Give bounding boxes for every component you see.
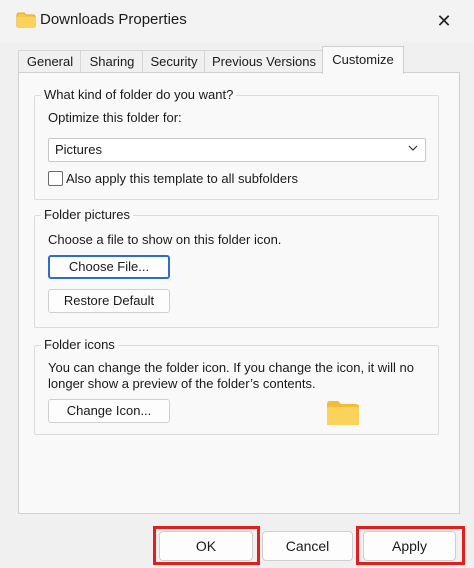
change-icon-button[interactable]: Change Icon... <box>48 399 170 423</box>
restore-default-button[interactable]: Restore Default <box>48 289 170 313</box>
tab-general[interactable]: General <box>18 50 82 73</box>
ok-button[interactable]: OK <box>159 531 253 561</box>
tab-customize[interactable]: Customize <box>322 46 404 74</box>
tab-previous-versions[interactable]: Previous Versions <box>204 50 324 73</box>
window-title: Downloads Properties <box>40 11 187 28</box>
group-legend: Folder icons <box>41 337 118 352</box>
optimize-select[interactable]: Pictures <box>48 138 426 162</box>
folder-pictures-description: Choose a file to show on this folder ico… <box>48 232 282 247</box>
group-legend: What kind of folder do you want? <box>41 87 237 102</box>
group-legend: Folder pictures <box>41 207 133 222</box>
title-bar: Downloads Properties ✕ <box>0 0 474 42</box>
apply-subfolders-checkbox[interactable] <box>48 171 63 186</box>
cancel-button[interactable]: Cancel <box>262 531 353 561</box>
folder-icon <box>16 12 36 28</box>
folder-preview-icon <box>327 401 359 425</box>
close-icon[interactable]: ✕ <box>430 8 458 34</box>
chevron-down-icon <box>408 145 418 151</box>
tab-security[interactable]: Security <box>142 50 206 73</box>
optimize-select-value: Pictures <box>55 142 102 157</box>
apply-subfolders-label: Also apply this template to all subfolde… <box>66 171 298 186</box>
choose-file-button[interactable]: Choose File... <box>48 255 170 279</box>
folder-icons-description-line2: longer show a preview of the folder’s co… <box>48 376 316 391</box>
tab-sharing[interactable]: Sharing <box>80 50 144 73</box>
folder-icons-description-line1: You can change the folder icon. If you c… <box>48 360 414 375</box>
optimize-label: Optimize this folder for: <box>48 110 182 125</box>
apply-button[interactable]: Apply <box>363 531 456 561</box>
